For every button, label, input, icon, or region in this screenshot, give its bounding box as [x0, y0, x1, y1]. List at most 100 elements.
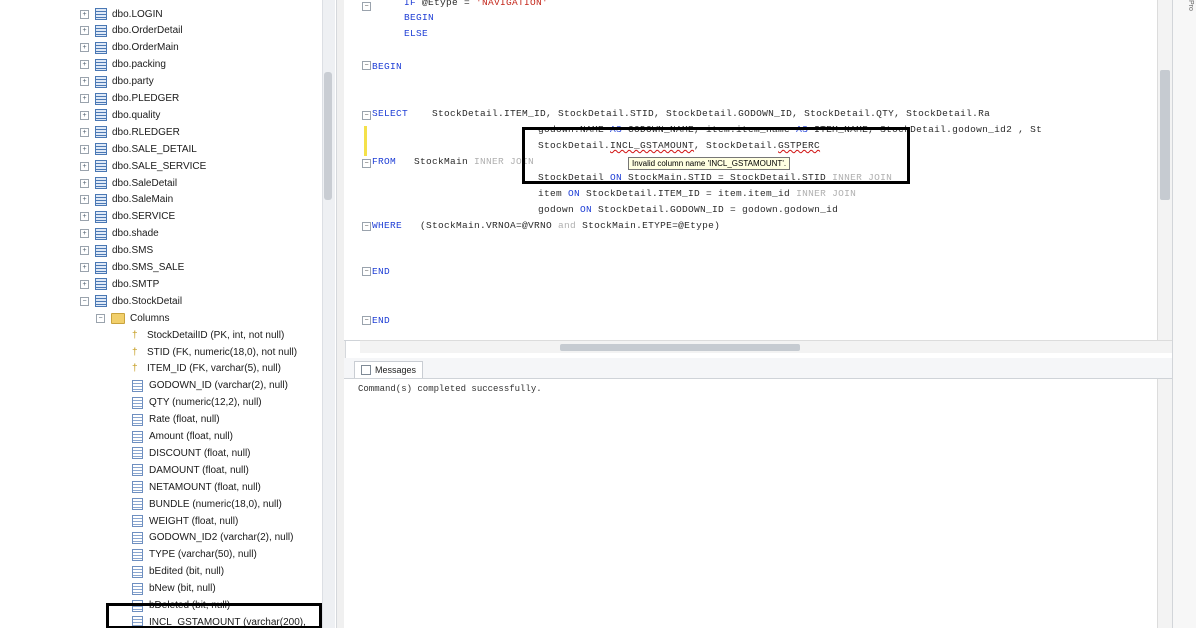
code-line-from: FROM StockMain INNER JOIN [372, 156, 534, 167]
tree-node-column[interactable]: DAMOUNT (float, null) [132, 462, 249, 478]
expand-icon[interactable]: + [80, 77, 89, 87]
editor-horizontal-scrollbar-thumb[interactable] [560, 344, 800, 351]
column-icon [132, 582, 143, 595]
tree-node-column[interactable]: NETAMOUNT (float, null) [132, 479, 261, 495]
expand-icon[interactable]: + [80, 246, 89, 256]
expand-icon[interactable]: + [80, 229, 89, 239]
tree-node-label: GODOWN_ID2 (varchar(2), null) [149, 532, 294, 544]
tree-node-table[interactable]: + dbo.LOGIN [80, 6, 163, 22]
tree-node-column[interactable]: † ITEM_ID (FK, varchar(5), null) [132, 361, 281, 377]
tree-node-table[interactable]: + dbo.OrderMain [80, 40, 179, 56]
expand-icon[interactable]: + [80, 161, 89, 171]
tree-node-table[interactable]: + dbo.SaleDetail [80, 175, 177, 191]
collapse-icon[interactable]: − [96, 313, 105, 323]
tree-node-column[interactable]: GODOWN_ID (varchar(2), null) [132, 378, 288, 394]
tree-node-table[interactable]: + dbo.SMS_SALE [80, 260, 184, 276]
tree-node-column[interactable]: GODOWN_ID2 (varchar(2), null) [132, 530, 293, 546]
query-editor[interactable]: − − − − − − − IF @Etype = 'NAVIGATION' B… [344, 0, 1172, 341]
keyword-if: IF [404, 0, 417, 8]
messages-pane[interactable]: Command(s) completed successfully. [344, 379, 1172, 628]
fold-toggle-icon[interactable]: − [362, 61, 371, 70]
fold-toggle-icon[interactable]: − [362, 267, 371, 276]
table-icon [95, 227, 107, 240]
collapse-icon[interactable]: − [80, 296, 89, 306]
expand-icon[interactable]: + [80, 26, 89, 36]
tree-node-column[interactable]: QTY (numeric(12,2), null) [132, 395, 262, 411]
editor-vertical-scrollbar-thumb[interactable] [1160, 70, 1170, 200]
table-icon [95, 210, 107, 223]
fold-toggle-icon[interactable]: − [362, 2, 371, 11]
key-icon: † [132, 329, 138, 341]
tree-node-table[interactable]: + dbo.SERVICE [80, 209, 175, 225]
tree-node-table[interactable]: + dbo.quality [80, 107, 160, 123]
table-icon [95, 92, 107, 105]
tree-node-table[interactable]: + dbo.shade [80, 226, 159, 242]
column-icon [132, 447, 143, 460]
messages-icon [361, 365, 371, 375]
expand-icon[interactable]: + [80, 110, 89, 120]
tree-node-table[interactable]: + dbo.PLEDGER [80, 91, 179, 107]
tree-node-column[interactable]: Rate (float, null) [132, 412, 220, 428]
explorer-scrollbar-thumb[interactable] [324, 72, 332, 200]
tree-node-table[interactable]: − dbo.StockDetail [80, 293, 182, 309]
expand-icon[interactable]: + [80, 144, 89, 154]
tree-node-column[interactable]: DISCOUNT (float, null) [132, 445, 251, 461]
tree-node-label: dbo.packing [112, 59, 166, 71]
table-icon [95, 75, 107, 88]
tree-node-table[interactable]: + dbo.packing [80, 57, 166, 73]
expand-icon[interactable]: + [80, 94, 89, 103]
tree-node-label: dbo.shade [112, 228, 159, 240]
messages-scrollbar[interactable] [1157, 379, 1172, 628]
expand-icon[interactable]: + [80, 9, 89, 19]
tree-node-table[interactable]: + dbo.SMS [80, 243, 153, 259]
column-icon [132, 379, 143, 392]
expand-icon[interactable]: + [80, 263, 89, 272]
tree-node-label: GODOWN_ID (varchar(2), null) [149, 380, 288, 392]
tree-node-column[interactable]: † STID (FK, numeric(18,0), not null) [132, 344, 297, 360]
tab-messages[interactable]: Messages [354, 361, 424, 378]
tree-node-column[interactable]: BUNDLE (numeric(18,0), null) [132, 496, 282, 512]
code-text: StockMain [396, 156, 469, 167]
table-icon [95, 24, 107, 37]
tree-node-table[interactable]: + dbo.RLEDGER [80, 124, 180, 140]
key-icon: † [132, 346, 138, 358]
expand-icon[interactable]: + [80, 212, 89, 222]
tree-node-label: TYPE (varchar(50), null) [149, 549, 257, 561]
table-icon [95, 8, 107, 20]
fold-toggle-icon[interactable]: − [362, 316, 371, 325]
expand-icon[interactable]: + [80, 279, 89, 289]
tree-node-label: DAMOUNT (float, null) [149, 464, 249, 476]
tree-node-column[interactable]: † StockDetailID (PK, int, not null) [132, 327, 284, 343]
expand-icon[interactable]: + [80, 43, 89, 53]
tree-node-table[interactable]: + dbo.OrderDetail [80, 23, 183, 39]
fold-toggle-icon[interactable]: − [362, 159, 371, 168]
properties-tab[interactable]: Pro [1180, 0, 1194, 40]
tree-node-table[interactable]: + dbo.SALE_SERVICE [80, 158, 206, 174]
tree-node-column[interactable]: Amount (float, null) [132, 429, 233, 445]
code-text: StockDetail.ITEM_ID, StockDetail.STID, S… [408, 108, 991, 119]
fold-toggle-icon[interactable]: − [362, 222, 371, 231]
expand-icon[interactable]: + [80, 127, 89, 137]
tree-node-column[interactable]: bEdited (bit, null) [132, 564, 224, 580]
expand-icon[interactable]: + [80, 60, 89, 70]
tree-node-label: ITEM_ID (FK, varchar(5), null) [147, 363, 281, 375]
tree-node-column[interactable]: bNew (bit, null) [132, 581, 216, 597]
tree-node-table[interactable]: + dbo.SaleMain [80, 192, 173, 208]
tree-node-label: dbo.quality [112, 109, 161, 121]
table-icon [95, 278, 107, 291]
expand-icon[interactable]: + [80, 178, 89, 188]
tree-node-label: Columns [130, 312, 170, 324]
editor-gutter [344, 0, 360, 340]
tree-node-label: dbo.RLEDGER [112, 126, 180, 138]
tree-node-label: dbo.party [112, 76, 154, 88]
tree-node-column[interactable]: TYPE (varchar(50), null) [132, 547, 257, 563]
tree-node-columns-folder[interactable]: − Columns [96, 310, 169, 326]
tree-node-label: dbo.SaleDetail [112, 177, 178, 189]
expand-icon[interactable]: + [80, 195, 89, 205]
tree-node-table[interactable]: + dbo.party [80, 74, 154, 90]
fold-toggle-icon[interactable]: − [362, 111, 371, 120]
key-icon: † [132, 363, 138, 375]
tree-node-column[interactable]: WEIGHT (float, null) [132, 513, 238, 529]
tree-node-table[interactable]: + dbo.SMTP [80, 276, 159, 292]
tree-node-table[interactable]: + dbo.SALE_DETAIL [80, 141, 197, 157]
